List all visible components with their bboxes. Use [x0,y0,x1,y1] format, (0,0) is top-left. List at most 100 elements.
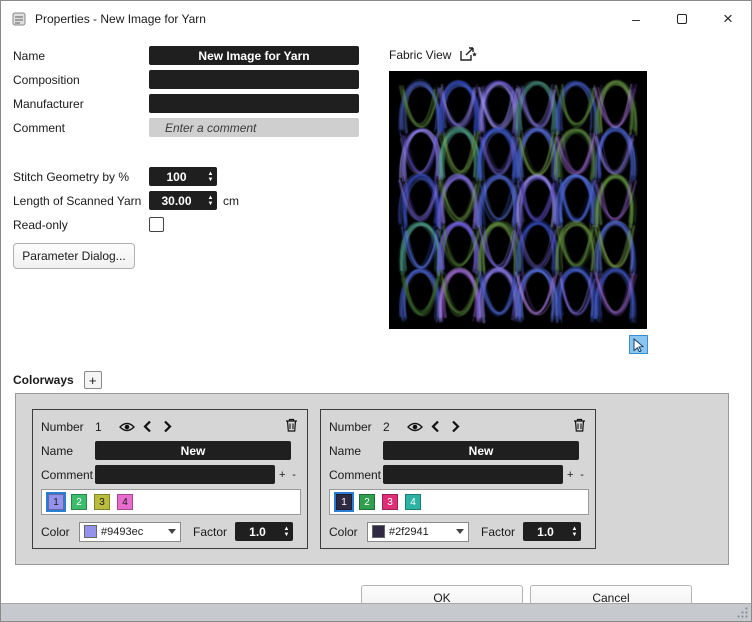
popout-star-icon[interactable] [459,46,477,65]
prev-colorway-button[interactable] [137,418,157,436]
colorway-card-2: Number 2 Name New Commen [320,409,596,549]
eye-icon [407,421,423,433]
colorway-comment-label: Comment [41,468,95,482]
close-icon: × [723,9,733,29]
colorway-comment-label: Comment [329,468,383,482]
visibility-button[interactable] [405,418,425,436]
eye-icon [119,421,135,433]
color-swatch [372,525,385,538]
spin-down-icon[interactable]: ▼ [284,532,290,538]
manufacturer-input[interactable] [149,94,359,113]
chevron-left-icon [431,420,440,433]
spin-down-icon[interactable]: ▼ [572,532,578,538]
yarn-length-label: Length of Scanned Yarn [13,194,149,208]
colorway-comment-input[interactable] [95,465,275,484]
delete-colorway-button[interactable] [281,416,301,434]
fabric-view-image[interactable] [389,71,647,329]
color-swatch [84,525,97,538]
swatch-2[interactable]: 2 [359,494,375,510]
add-comment-button[interactable]: + [277,469,287,481]
factor-label: Factor [193,525,227,539]
color-label: Color [329,525,367,539]
factor-label: Factor [481,525,515,539]
yarn-length-unit: cm [223,194,239,208]
stitch-geometry-stepper[interactable]: 100 ▲ ▼ [149,167,217,186]
colorway-name-label: Name [41,444,95,458]
titlebar: Properties - New Image for Yarn – × [1,1,751,37]
colorway-comment-input[interactable] [383,465,563,484]
spin-down-icon[interactable]: ▼ [208,177,214,183]
stitch-geometry-arrows: ▲ ▼ [204,167,217,186]
swatch-4[interactable]: 4 [405,494,421,510]
fabric-view-section: Fabric View [389,46,647,329]
number-label: Number [41,420,95,434]
minimize-icon: – [632,11,640,27]
prev-colorway-button[interactable] [425,418,445,436]
trash-icon [285,418,298,432]
factor-value: 1.0 [235,522,280,541]
add-colorway-button[interactable]: + [84,371,102,389]
next-colorway-button[interactable] [445,418,465,436]
spin-down-icon[interactable]: ▼ [208,201,214,207]
swatch-1[interactable]: 1 [336,494,352,510]
swatch-1[interactable]: 1 [48,494,64,510]
color-hex-value: #2f2941 [389,526,452,538]
comment-label: Comment [13,121,149,135]
select-tool-button[interactable] [629,335,648,354]
factor-stepper[interactable]: 1.0 ▲ ▼ [523,522,581,541]
colorways-title: Colorways [13,373,74,387]
remove-comment-button[interactable]: - [577,469,587,481]
window-title: Properties - New Image for Yarn [35,12,206,26]
swatch-3[interactable]: 3 [382,494,398,510]
stitch-geometry-label: Stitch Geometry by % [13,170,149,184]
comment-input[interactable]: Enter a comment [149,118,359,137]
swatch-3[interactable]: 3 [94,494,110,510]
swatch-4[interactable]: 4 [117,494,133,510]
fabric-view-label: Fabric View [389,48,451,62]
delete-colorway-button[interactable] [569,416,589,434]
swatch-2[interactable]: 2 [71,494,87,510]
next-colorway-button[interactable] [157,418,177,436]
colorways-header: Colorways + [13,371,102,389]
factor-value: 1.0 [523,522,568,541]
trash-icon [573,418,586,432]
number-value: 1 [95,420,117,434]
manufacturer-label: Manufacturer [13,97,149,111]
colorway-name-input[interactable]: New [95,441,291,460]
maximize-icon [677,14,687,24]
yarn-length-arrows: ▲ ▼ [204,191,217,210]
parameter-dialog-button[interactable]: Parameter Dialog... [13,243,135,269]
colorway-name-input[interactable]: New [383,441,579,460]
factor-stepper[interactable]: 1.0 ▲ ▼ [235,522,293,541]
yarn-length-value: 30.00 [149,191,204,210]
stitch-geometry-value: 100 [149,167,204,186]
name-input[interactable]: New Image for Yarn [149,46,359,65]
composition-label: Composition [13,73,149,87]
properties-dialog: Properties - New Image for Yarn – × Name… [0,0,752,622]
colorways-panel: Number 1 Name New Commen [15,393,729,565]
chevron-down-icon [456,529,464,534]
minimize-button[interactable]: – [613,1,659,37]
chevron-down-icon [168,529,176,534]
close-button[interactable]: × [705,1,751,37]
composition-input[interactable] [149,70,359,89]
number-value: 2 [383,420,405,434]
yarn-length-stepper[interactable]: 30.00 ▲ ▼ [149,191,217,210]
add-comment-button[interactable]: + [565,469,575,481]
colorway-card-1: Number 1 Name New Commen [32,409,308,549]
color-dropdown[interactable]: #9493ec [79,522,181,542]
chevron-right-icon [163,420,172,433]
statusbar [1,603,751,621]
color-dropdown[interactable]: #2f2941 [367,522,469,542]
remove-comment-button[interactable]: - [289,469,299,481]
swatch-list: 1 2 3 4 [41,489,301,515]
resize-grip[interactable] [736,606,749,619]
chevron-right-icon [451,420,460,433]
visibility-button[interactable] [117,418,137,436]
maximize-button[interactable] [659,1,705,37]
colorway-name-label: Name [329,444,383,458]
readonly-checkbox[interactable] [149,217,164,232]
color-label: Color [41,525,79,539]
app-icon [11,11,27,27]
number-label: Number [329,420,383,434]
